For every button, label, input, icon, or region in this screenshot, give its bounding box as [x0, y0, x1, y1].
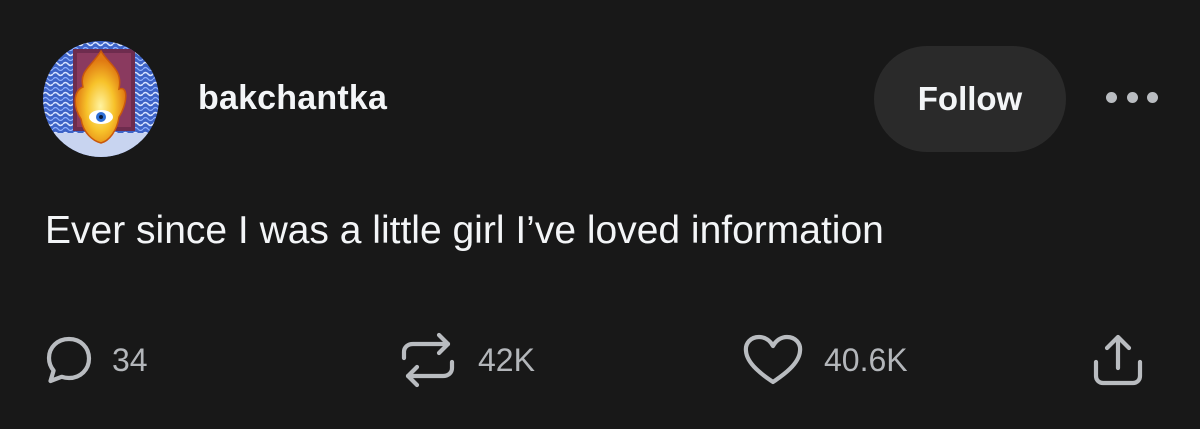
post-text: Ever since I was a little girl I’ve love…	[45, 209, 884, 252]
follow-button[interactable]: Follow	[874, 46, 1066, 152]
heart-icon	[743, 334, 803, 385]
repost-button[interactable]: 42K	[398, 330, 535, 390]
more-options-icon[interactable]	[1106, 78, 1158, 116]
dot	[1126, 91, 1138, 103]
like-button[interactable]: 40.6K	[742, 330, 908, 390]
repost-arrows-icon	[401, 332, 455, 388]
username[interactable]: bakchantka	[198, 79, 387, 118]
reply-count: 34	[112, 341, 148, 378]
post-card: bakchantka Follow Ever since I was a lit…	[0, 0, 1200, 429]
avatar-flaming-eye-icon	[43, 41, 159, 157]
reply-button[interactable]: 34	[46, 330, 148, 390]
share-upload-icon	[1093, 334, 1143, 386]
avatar[interactable]	[43, 41, 159, 157]
like-count: 40.6K	[824, 341, 908, 378]
dot	[1147, 91, 1158, 103]
repost-count: 42K	[478, 341, 535, 378]
reply-bubble-icon	[46, 336, 92, 384]
dot	[1106, 91, 1117, 103]
share-button[interactable]	[1088, 330, 1148, 390]
